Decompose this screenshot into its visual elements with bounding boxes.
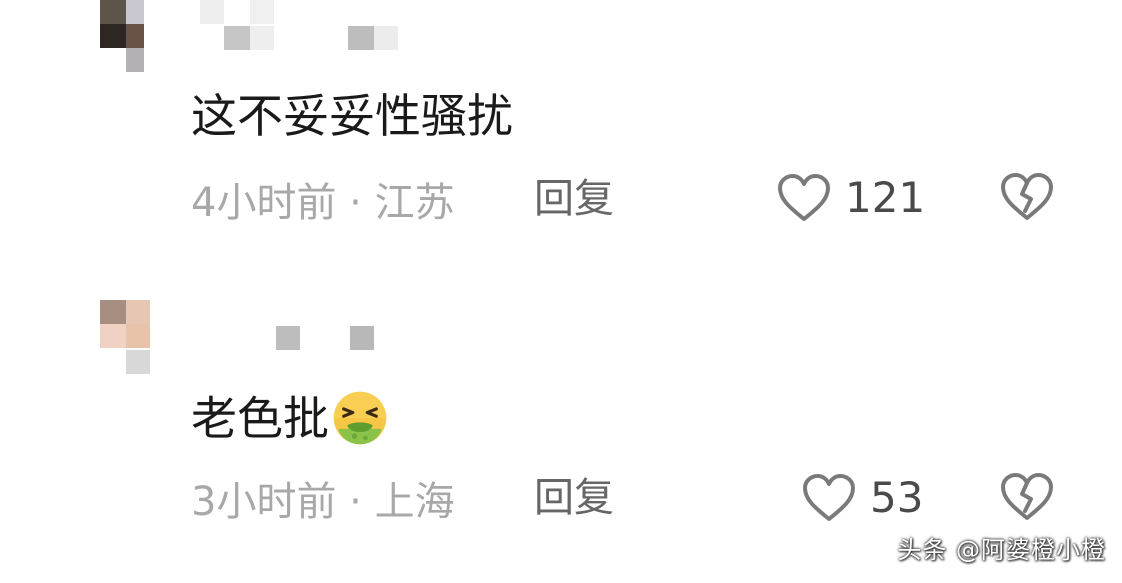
avatar[interactable] xyxy=(92,0,152,76)
username-mosaic xyxy=(272,320,382,352)
comment-meta: 3小时前 · 上海 xyxy=(191,473,455,525)
broken-heart-icon[interactable] xyxy=(1000,470,1054,524)
comment-text-content: 老色批 xyxy=(191,391,329,446)
like-count: 121 xyxy=(845,173,926,222)
comment-text: 老色批 xyxy=(191,391,389,451)
avatar[interactable] xyxy=(100,294,152,378)
username-mosaic xyxy=(200,0,410,56)
time-location: 3小时前 · 上海 xyxy=(191,479,455,525)
comment-item: 这不妥妥性骚扰 4小时前 · 江苏 回复 121 xyxy=(0,0,1122,270)
like-button[interactable]: 53 xyxy=(802,470,923,526)
comment-text-content: 这不妥妥性骚扰 xyxy=(191,89,513,143)
comment-list: 这不妥妥性骚扰 4小时前 · 江苏 回复 121 老色批 3小时前 · 上海 回… xyxy=(0,0,1122,583)
time-location: 4小时前 · 江苏 xyxy=(191,180,455,226)
reply-button[interactable]: 回复 xyxy=(534,174,614,224)
reply-button[interactable]: 回复 xyxy=(534,473,614,523)
heart-outline-icon[interactable] xyxy=(802,473,856,523)
comment-text: 这不妥妥性骚扰 xyxy=(191,93,513,139)
comment-item: 老色批 3小时前 · 上海 回复 53 xyxy=(0,290,1122,550)
like-count: 53 xyxy=(870,473,924,522)
nauseated-face-icon xyxy=(333,391,387,445)
broken-heart-icon[interactable] xyxy=(1000,170,1054,224)
heart-outline-icon[interactable] xyxy=(777,173,831,223)
like-button[interactable]: 121 xyxy=(777,170,925,226)
watermark: 头条 @阿婆橙小橙 xyxy=(897,536,1106,564)
comment-meta: 4小时前 · 江苏 xyxy=(191,174,455,226)
dislike-button[interactable] xyxy=(1000,170,1054,224)
dislike-button[interactable] xyxy=(1000,470,1054,524)
